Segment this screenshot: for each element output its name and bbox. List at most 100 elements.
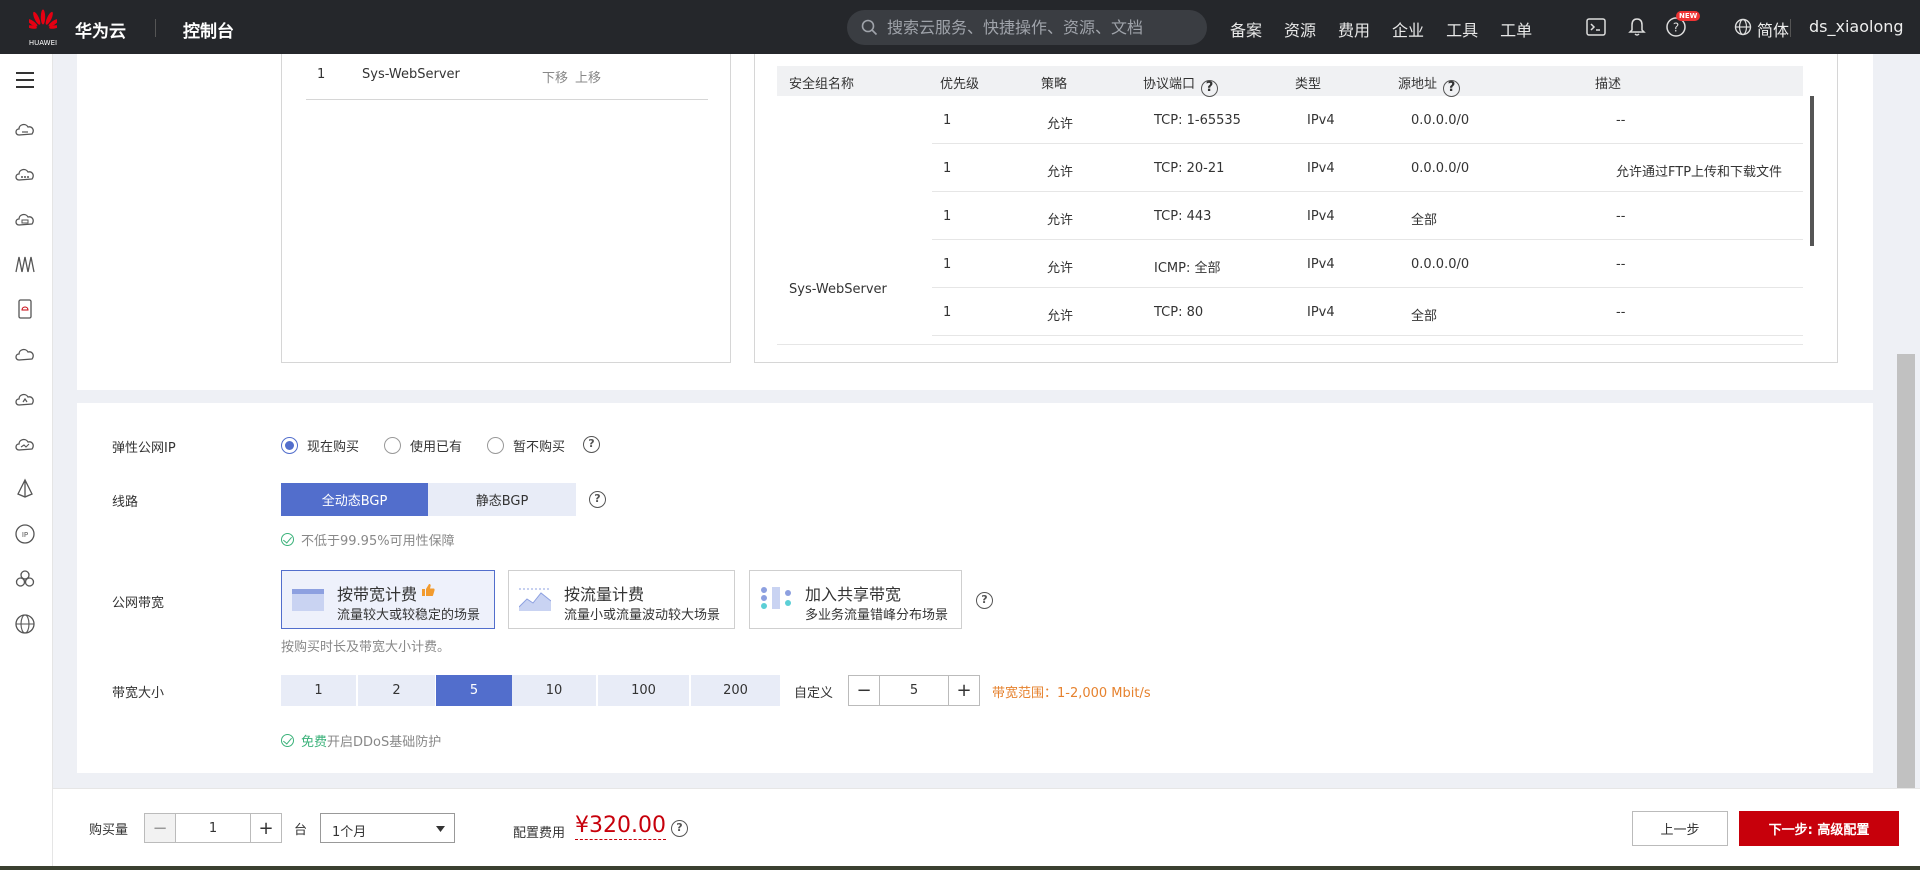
help-icon[interactable]: ? xyxy=(583,436,600,453)
menu-icon[interactable] xyxy=(13,68,37,92)
deploy-icon[interactable] xyxy=(13,477,37,501)
line-static-bgp-button[interactable]: 静态BGP xyxy=(428,483,576,516)
search-icon xyxy=(861,19,878,36)
quantity-input[interactable] xyxy=(175,814,251,842)
console-link[interactable]: 控制台 xyxy=(183,17,234,42)
globe-icon[interactable] xyxy=(13,612,37,636)
search-input[interactable] xyxy=(887,16,1187,39)
minus-button[interactable]: − xyxy=(145,814,175,842)
cell-port: ICMP: 全部 xyxy=(1154,261,1221,276)
ip-icon[interactable]: IP xyxy=(13,522,37,546)
network-icon[interactable] xyxy=(13,252,37,276)
cell-policy: 允许 xyxy=(1047,165,1074,180)
cell-priority: 1 xyxy=(943,209,952,224)
bandwidth-chart-icon xyxy=(292,589,324,611)
eip-not-buy-radio[interactable]: 暂不购买 xyxy=(487,436,565,455)
option-title: 加入共享带宽 xyxy=(805,585,902,604)
traffic-chart-icon xyxy=(519,588,551,611)
option-subtitle: 多业务流量错峰分布场景 xyxy=(805,608,949,623)
bandwidth-option-200[interactable]: 200 xyxy=(691,675,780,706)
cell-policy: 允许 xyxy=(1047,261,1074,276)
duration-select[interactable]: 1个月 xyxy=(320,813,455,843)
plus-button[interactable]: + xyxy=(949,676,979,705)
bandwidth-option-5[interactable]: 5 xyxy=(436,675,512,706)
nav-billing[interactable]: 费用 xyxy=(1338,17,1370,41)
bandwidth-option-10[interactable]: 10 xyxy=(512,675,596,706)
terminal-icon[interactable] xyxy=(1585,16,1607,38)
cell-type: IPv4 xyxy=(1307,209,1335,224)
cell-desc: -- xyxy=(1616,305,1626,320)
cell-source: 全部 xyxy=(1411,309,1438,324)
col-policy: 策略 xyxy=(1041,77,1068,92)
bell-icon[interactable] xyxy=(1626,16,1648,38)
nav-resources[interactable]: 资源 xyxy=(1284,17,1316,41)
nav-beian[interactable]: 备案 xyxy=(1230,17,1262,41)
help-icon[interactable]: ? xyxy=(671,820,688,837)
huawei-petals-icon xyxy=(29,9,57,29)
cloud-upload-icon[interactable] xyxy=(13,387,37,411)
eip-use-existing-radio[interactable]: 使用已有 xyxy=(384,436,462,455)
nav-tools[interactable]: 工具 xyxy=(1446,17,1478,41)
brand-name[interactable]: 华为云 xyxy=(75,17,126,42)
bandwidth-option-1[interactable]: 1 xyxy=(281,675,356,706)
cloud-storage-icon[interactable] xyxy=(13,207,37,231)
user-name[interactable]: ds_xiaolong xyxy=(1809,17,1904,36)
billing-note: 按购买时长及带宽大小计费。 xyxy=(281,640,451,655)
help-icon[interactable]: ? xyxy=(1443,80,1461,97)
billing-by-traffic-option[interactable]: 按流量计费 流量小或流量波动较大场景 xyxy=(508,570,735,629)
rule-group-name: Sys-WebServer xyxy=(789,282,887,297)
cell-desc: -- xyxy=(1616,113,1626,128)
move-up-link[interactable]: 上移 xyxy=(575,67,601,86)
nav-tickets[interactable]: 工单 xyxy=(1500,17,1532,41)
quantity-label: 购买量 xyxy=(89,823,129,838)
minus-button[interactable]: − xyxy=(849,676,879,705)
page-scrollbar[interactable] xyxy=(1897,354,1915,788)
language-switch[interactable]: 简体 xyxy=(1734,17,1789,41)
row-index: 1 xyxy=(317,67,326,82)
eip-buy-now-radio[interactable]: 现在购买 xyxy=(281,436,359,455)
cell-priority: 1 xyxy=(943,257,952,272)
bandwidth-billing-label: 公网带宽 xyxy=(112,596,165,611)
cluster-icon[interactable] xyxy=(13,567,37,591)
previous-step-button[interactable]: 上一步 xyxy=(1632,811,1728,846)
help-icon[interactable]: ? xyxy=(589,491,606,508)
left-sidebar: IP xyxy=(0,54,53,870)
nav-enterprise[interactable]: 企业 xyxy=(1392,17,1424,41)
cell-type: IPv4 xyxy=(1307,257,1335,272)
help-icon[interactable]: ? xyxy=(1201,80,1219,97)
bandwidth-size-label: 带宽大小 xyxy=(112,686,165,701)
bandwidth-value-input[interactable] xyxy=(879,676,949,705)
help-icon[interactable]: ? xyxy=(976,592,993,609)
cloud-server-icon[interactable] xyxy=(13,117,37,141)
top-nav: 备案 资源 费用 企业 工具 工单 xyxy=(1230,17,1554,41)
cell-port: TCP: 1-65535 xyxy=(1154,113,1241,128)
divider xyxy=(1790,19,1791,37)
cloud-service-icon[interactable] xyxy=(13,162,37,186)
billing-by-bandwidth-option[interactable]: 按带宽计费 流量较大或较稳定的场景 xyxy=(281,570,495,629)
huawei-logo[interactable]: HUAWEI xyxy=(26,9,60,47)
ddos-free-text: 免费 xyxy=(301,735,328,750)
radio-unchecked-icon xyxy=(487,437,504,454)
availability-note: 不低于99.95%可用性保障 xyxy=(281,530,455,549)
bandwidth-option-100[interactable]: 100 xyxy=(598,675,689,706)
cloud-monitor-icon[interactable] xyxy=(13,432,37,456)
next-step-button[interactable]: 下一步: 高级配置 xyxy=(1739,811,1899,846)
bandwidth-stepper: − + xyxy=(848,675,980,706)
logo-text: HUAWEI xyxy=(28,39,58,47)
radio-unchecked-icon xyxy=(384,437,401,454)
ddos-note: 免费 开启DDoS基础防护 xyxy=(281,731,441,750)
config-price[interactable]: ¥320.00 xyxy=(575,813,666,840)
table-scrollbar[interactable] xyxy=(1810,96,1814,246)
line-dynamic-bgp-button[interactable]: 全动态BGP xyxy=(281,483,428,516)
new-badge: NEW xyxy=(1676,11,1701,21)
bandwidth-option-2[interactable]: 2 xyxy=(358,675,435,706)
cell-priority: 1 xyxy=(943,305,952,320)
col-desc: 描述 xyxy=(1595,77,1622,92)
search-box[interactable] xyxy=(847,10,1207,45)
move-down-link[interactable]: 下移 xyxy=(542,67,568,86)
cell-priority: 1 xyxy=(943,113,952,128)
database-icon[interactable] xyxy=(13,297,37,321)
shared-bandwidth-option[interactable]: 加入共享带宽 多业务流量错峰分布场景 xyxy=(749,570,962,629)
plus-button[interactable]: + xyxy=(251,814,281,842)
cloud-icon[interactable] xyxy=(13,342,37,366)
